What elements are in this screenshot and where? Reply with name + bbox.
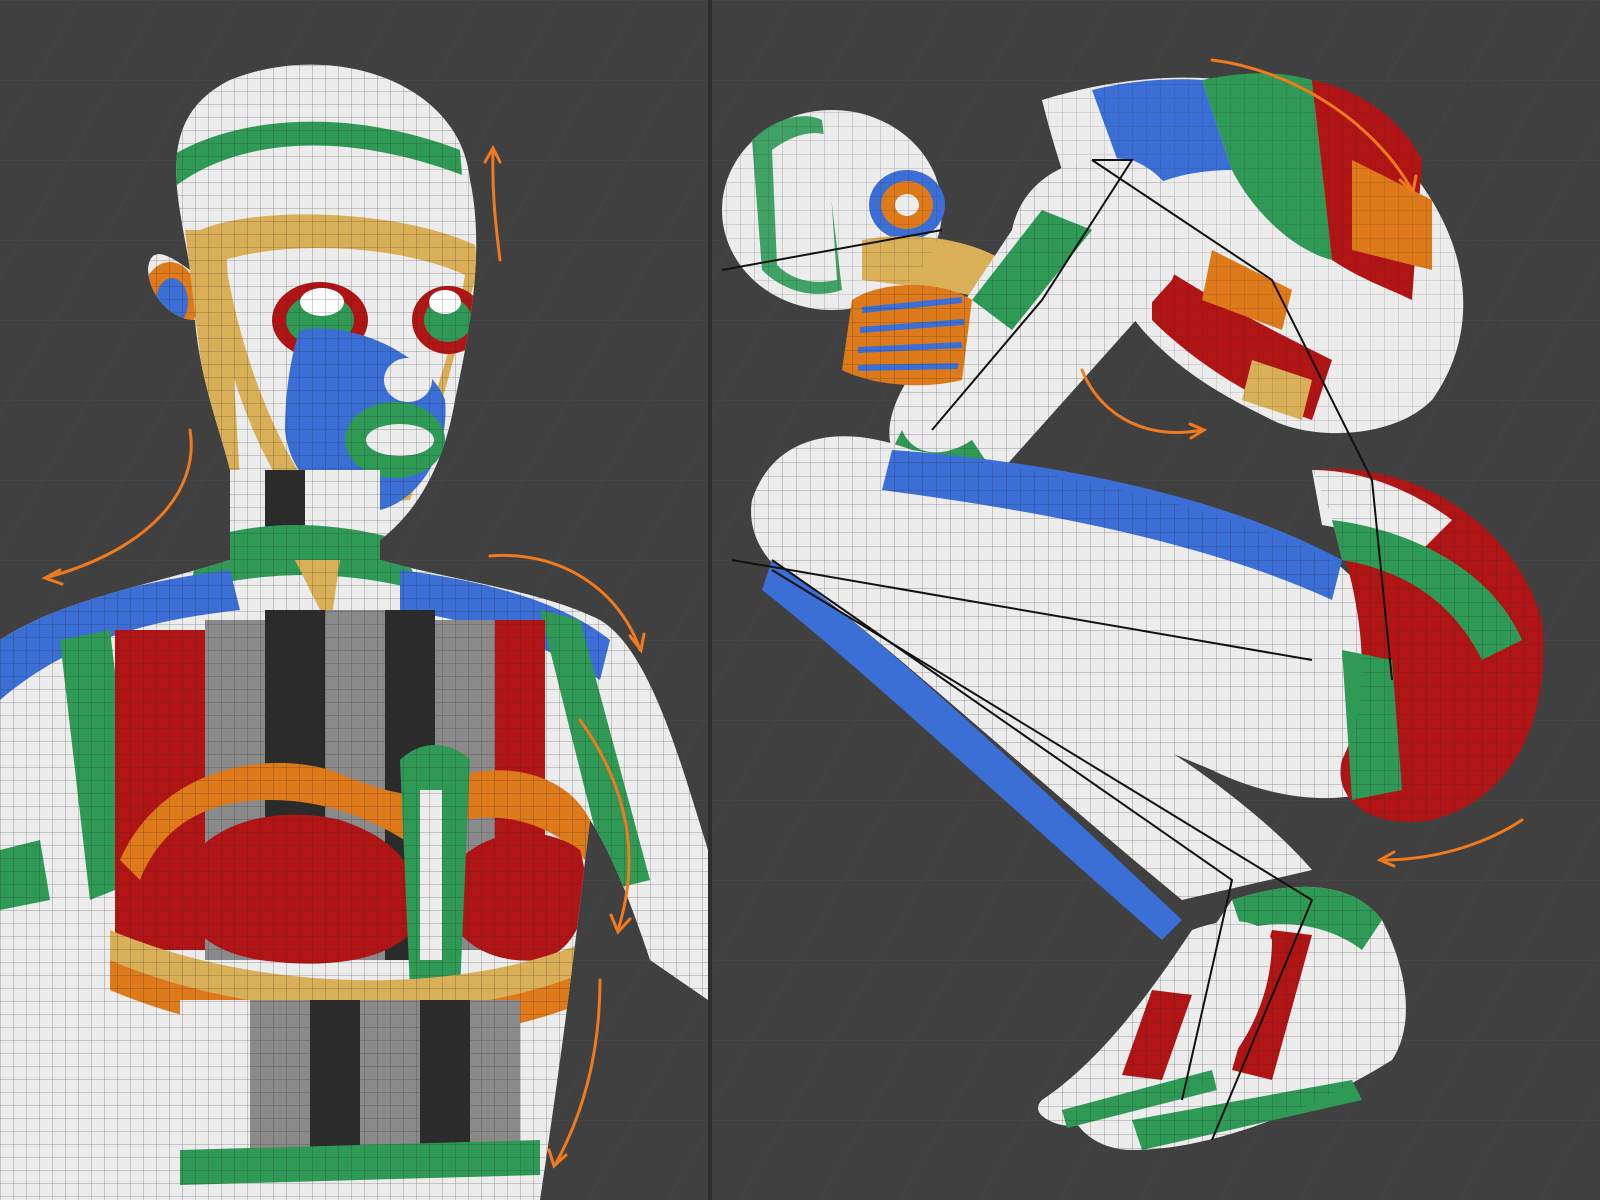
upper-body-viewport[interactable] [0, 0, 708, 1200]
crouching-figure-render [712, 0, 1600, 1200]
crouching-pose-viewport[interactable] [712, 0, 1600, 1200]
hand [842, 285, 972, 386]
upper-body-render [0, 0, 708, 1200]
